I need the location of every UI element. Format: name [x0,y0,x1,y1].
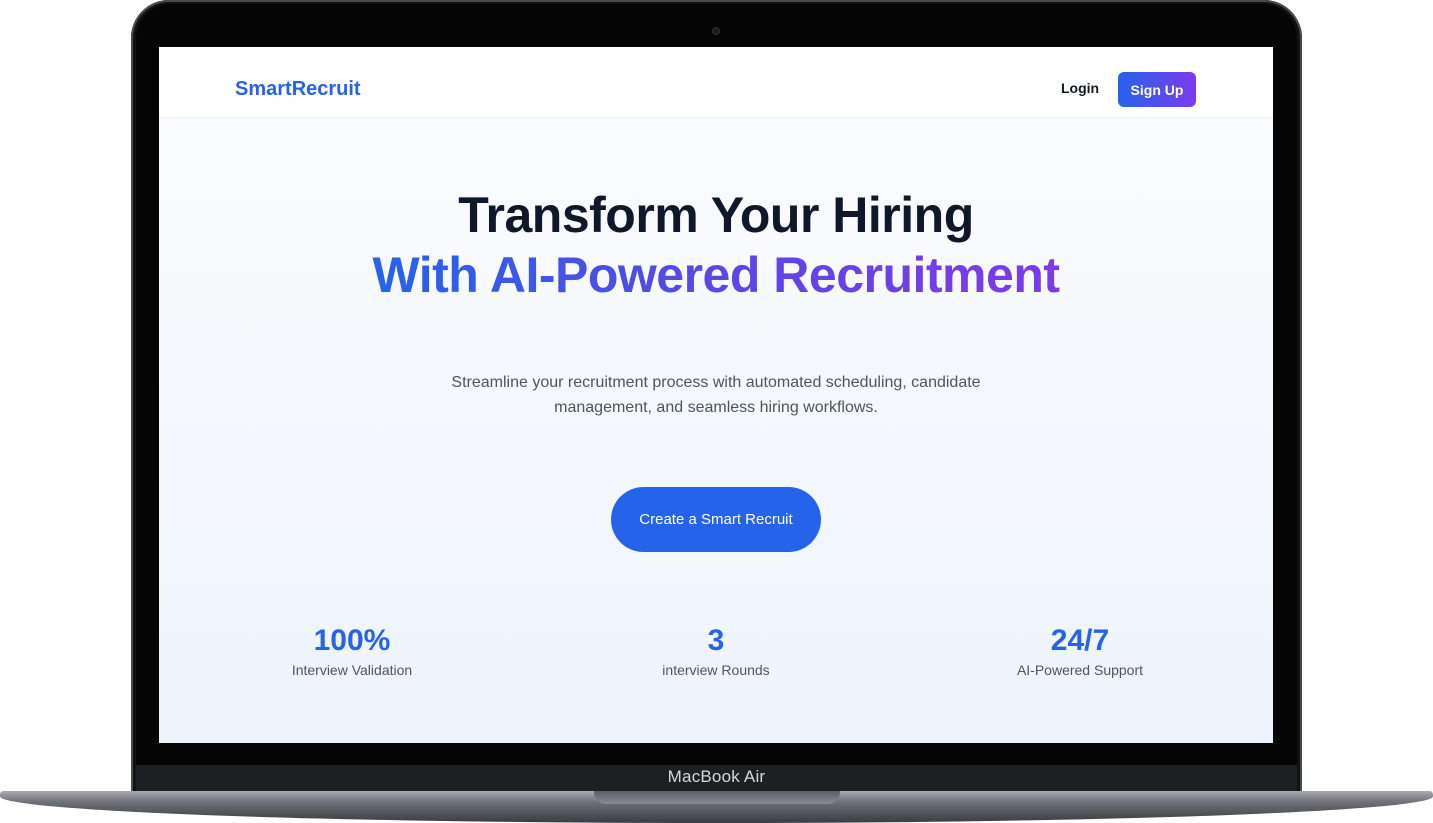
stat-interview-rounds: 3 interview Rounds [596,622,836,678]
stat-value: 24/7 [1050,624,1110,657]
brand-logo[interactable]: SmartRecruit [235,78,361,101]
hero-title-gradient-text: With AI-Powered Recruitment [372,247,1060,303]
stat-interview-validation: 100% Interview Validation [232,622,472,678]
stat-label: AI-Powered Support [1016,662,1144,678]
top-navbar: SmartRecruit Login Sign Up [159,47,1273,118]
stat-label: interview Rounds [662,662,770,678]
stat-label: Interview Validation [291,662,413,678]
stat-ai-support: 24/7 AI-Powered Support [960,622,1200,678]
signup-button[interactable]: Sign Up [1118,72,1196,107]
camera-icon [712,27,720,35]
stat-value: 3 [707,624,725,657]
create-smart-recruit-button[interactable]: Create a Smart Recruit [611,487,821,552]
laptop-hinge-notch [594,791,840,804]
hero-title-line2: With AI-Powered Recruitment [159,246,1273,304]
hero-title-line1: Transform Your Hiring [458,187,974,243]
login-button[interactable]: Login [1061,80,1099,96]
laptop-mockup: SmartRecruit Login Sign Up Transform You… [0,0,1433,823]
website-screen: SmartRecruit Login Sign Up Transform You… [159,47,1273,743]
hero-subtitle: Streamline your recruitment process with… [451,374,981,416]
stat-value: 100% [313,624,391,657]
device-model-label: MacBook Air [667,767,766,786]
